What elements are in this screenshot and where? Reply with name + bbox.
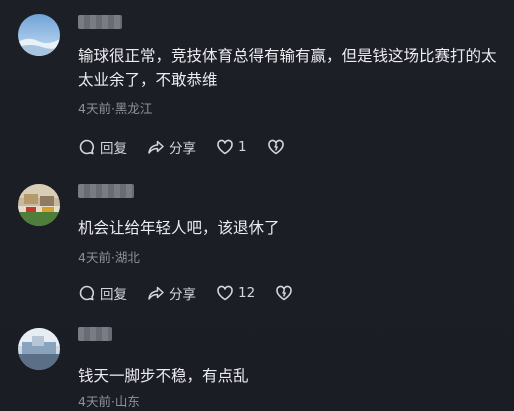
comment-text: 钱天一脚步不稳，有点乱 [78, 367, 249, 385]
reply-icon [79, 285, 95, 301]
heart-icon [217, 139, 233, 155]
comment-meta: 4天前·湖北 [78, 250, 140, 265]
reply-label: 回复 [100, 141, 127, 157]
like-button[interactable]: 12 [216, 284, 255, 302]
reply-icon [79, 139, 95, 155]
dislike-icon [276, 285, 292, 301]
username-blurred[interactable] [78, 184, 134, 198]
share-label: 分享 [169, 287, 196, 303]
username-blurred[interactable] [78, 327, 112, 341]
dislike-button[interactable] [267, 138, 285, 156]
reply-button[interactable]: 回复 [78, 137, 127, 157]
comment-text: 输球很正常，竞技体育总得有输有赢，但是钱这场比赛打的太太业余了，不敢恭维 [78, 47, 497, 89]
comment-meta: 4天前·黑龙江 [78, 101, 153, 116]
reply-button[interactable]: 回复 [78, 283, 127, 303]
like-count: 12 [238, 285, 256, 301]
share-button[interactable]: 分享 [147, 283, 196, 303]
dislike-button[interactable] [275, 284, 293, 302]
heart-icon [217, 285, 233, 301]
like-count: 1 [238, 139, 247, 155]
comment-meta: 4天前·山东 [78, 394, 140, 409]
share-button[interactable]: 分享 [147, 137, 196, 157]
reply-label: 回复 [100, 287, 127, 303]
avatar[interactable] [18, 14, 60, 56]
avatar[interactable] [18, 184, 60, 226]
share-label: 分享 [169, 141, 196, 157]
share-icon [148, 286, 164, 300]
like-button[interactable]: 1 [216, 138, 247, 156]
comment-text: 机会让给年轻人吧，该退休了 [78, 219, 280, 237]
dislike-icon [267, 139, 284, 155]
share-icon [148, 140, 164, 154]
comment-actions: 回复 分享 1 [78, 136, 305, 158]
comment-actions: 回复 分享 12 [78, 282, 313, 304]
avatar[interactable] [18, 328, 60, 370]
username-blurred[interactable] [78, 15, 122, 29]
